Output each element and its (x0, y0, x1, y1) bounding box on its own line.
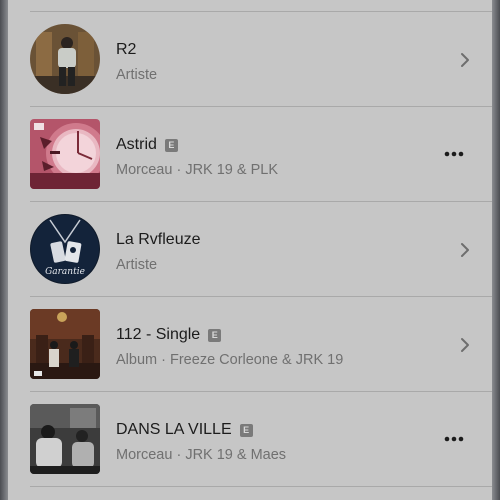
result-title: Astrid (116, 136, 157, 153)
result-row-r2[interactable]: R2 Artiste (8, 12, 492, 107)
cover-art-112-single (30, 309, 100, 379)
explicit-badge: E (164, 138, 178, 152)
search-results-list: R2 Artiste Astrid E Morceau · JRK 19 & P… (8, 0, 492, 500)
divider (30, 486, 492, 487)
result-title: 112 - Single (116, 326, 201, 343)
chevron-right-icon[interactable] (460, 52, 470, 68)
result-title: R2 (116, 41, 137, 58)
artist-photo-r2 (30, 24, 100, 94)
result-type: Artiste (116, 257, 158, 273)
result-subtitle: Artiste (116, 67, 157, 83)
title-line: La Rvfleuze (116, 231, 201, 249)
result-type: Morceau (116, 447, 173, 463)
result-row-astrid[interactable]: Astrid E Morceau · JRK 19 & PLK (8, 107, 492, 202)
explicit-badge: E (239, 423, 253, 437)
subtitle-separator: · (172, 447, 186, 463)
subtitle-separator: · (157, 352, 170, 368)
result-subtitle: Morceau · JRK 19 & PLK (116, 162, 278, 178)
title-line: DANS LA VILLE E (116, 421, 253, 439)
result-type: Artiste (116, 67, 158, 83)
result-title: DANS LA VILLE (116, 421, 232, 438)
result-artists: JRK 19 & Maes (185, 447, 287, 463)
cover-art-astrid (30, 119, 100, 189)
result-subtitle: Album · Freeze Corleone & JRK 19 (116, 352, 343, 368)
chevron-right-icon[interactable] (460, 242, 470, 258)
result-subtitle: Morceau · JRK 19 & Maes (116, 447, 286, 463)
result-artists: Freeze Corleone & JRK 19 (170, 352, 344, 368)
result-type: Album (116, 352, 158, 368)
result-subtitle: Artiste (116, 257, 157, 273)
result-row-la-rvfleuze[interactable]: Garantie La Rvfleuze Artiste (8, 202, 492, 297)
more-icon[interactable] (444, 151, 464, 157)
title-line: 112 - Single E (116, 326, 222, 344)
cover-lettering: Garantie (45, 267, 85, 277)
artist-photo-la-rvfleuze: Garantie (30, 214, 100, 284)
screen-edge-right (492, 0, 500, 500)
title-line: R2 (116, 41, 136, 59)
result-artists: JRK 19 & PLK (185, 162, 278, 178)
result-row-dans-la-ville[interactable]: DANS LA VILLE E Morceau · JRK 19 & Maes (8, 392, 492, 487)
more-icon[interactable] (444, 436, 464, 442)
chevron-right-icon[interactable] (460, 337, 470, 353)
cover-art-dans-la-ville (30, 404, 100, 474)
subtitle-separator: · (172, 162, 186, 178)
result-row-112-single[interactable]: 112 - Single E Album · Freeze Corleone &… (8, 297, 492, 392)
screen-edge-left (0, 0, 8, 500)
result-title: La Rvfleuze (116, 231, 201, 248)
title-line: Astrid E (116, 136, 178, 154)
explicit-badge: E (208, 328, 222, 342)
result-type: Morceau (116, 162, 173, 178)
